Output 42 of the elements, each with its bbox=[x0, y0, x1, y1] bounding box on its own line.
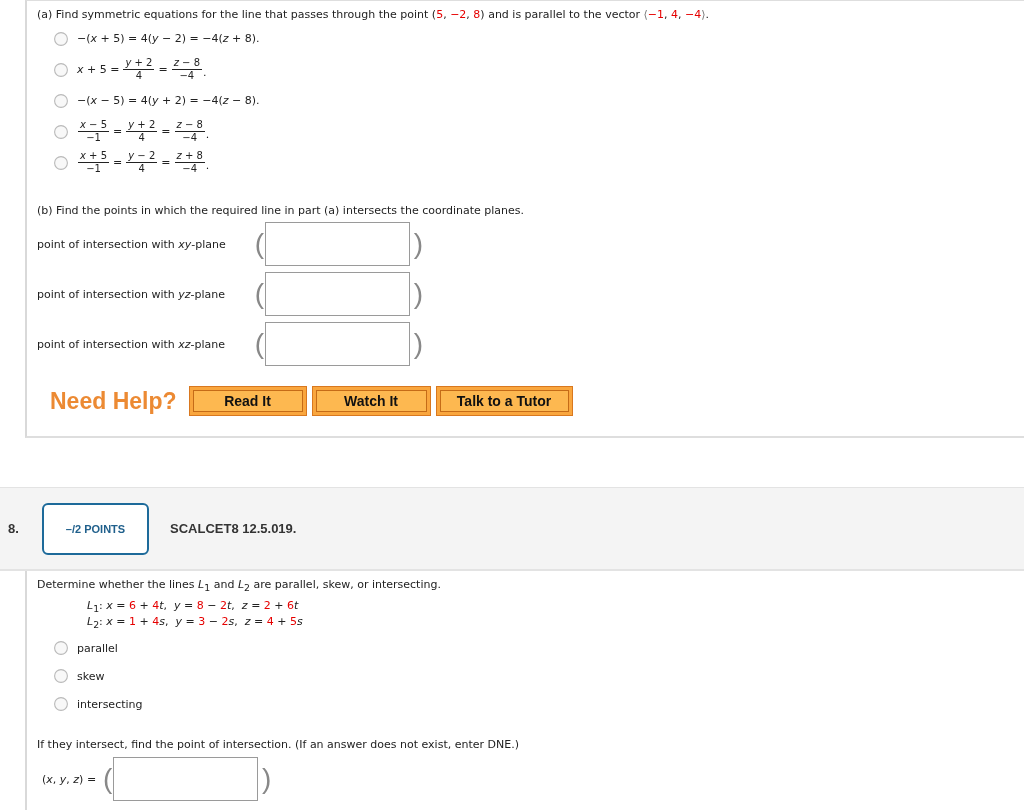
question-prompt: (b) Find the points in which the required line in part (a) intersects the coordinate planes. bbox=[37, 203, 526, 219]
help-button[interactable]: Read It bbox=[188, 386, 307, 416]
close-parenthesis: ) bbox=[413, 329, 424, 359]
equation-choice: −(x − 5) = 4(y + 2) = −4(z − 8). bbox=[77, 94, 261, 107]
answer-label: (x, y, z) = bbox=[42, 772, 97, 786]
points-label: –/2 POINTS bbox=[42, 502, 149, 555]
answer-label: point of intersection with yz-plane bbox=[37, 287, 227, 301]
question-prompt: Determine whether the lines L$_{1}$ and L$_{2}$ are parallel, skew, or intersecting. bbox=[37, 577, 442, 593]
choice-label: skew bbox=[77, 669, 105, 683]
radio-button[interactable] bbox=[54, 124, 68, 139]
parametric-equation: L$_{1}$: x = 6 + 4t, y = 8 − 2t, z = 2 + 6t bbox=[87, 598, 300, 614]
answer-field[interactable] bbox=[113, 757, 259, 801]
help-button[interactable]: Watch It bbox=[311, 386, 431, 416]
open-parenthesis: ( bbox=[254, 279, 265, 309]
choice-label: intersecting bbox=[77, 697, 143, 711]
radio-button[interactable] bbox=[54, 31, 68, 46]
answer-label: point of intersection with xz-plane bbox=[37, 337, 227, 351]
radio-button[interactable] bbox=[54, 62, 68, 77]
answer-field[interactable] bbox=[265, 272, 410, 316]
equation-choice: −(x + 5) = 4(y − 2) = −4(z + 8). bbox=[77, 32, 261, 45]
question-prompt: If they intersect, find the point of intersection. (If an answer does not exist, enter DNE.) bbox=[37, 737, 520, 753]
help-heading: Need Help? bbox=[50, 387, 177, 415]
radio-button[interactable] bbox=[54, 93, 68, 108]
radio-button[interactable] bbox=[54, 669, 68, 683]
help-button[interactable]: Talk to a Tutor bbox=[435, 386, 573, 416]
close-parenthesis: ) bbox=[413, 229, 424, 259]
open-parenthesis: ( bbox=[254, 229, 265, 259]
question-number: 8. bbox=[7, 521, 20, 536]
radio-button[interactable] bbox=[54, 697, 68, 711]
radio-button[interactable] bbox=[54, 641, 68, 655]
question-code: SCALCET8 12.5.019. bbox=[170, 521, 297, 536]
parametric-equation: L$_{2}$: x = 1 + 4s, y = 3 − 2s, z = 4 + 5s bbox=[87, 614, 304, 630]
choice-label: parallel bbox=[77, 641, 118, 655]
radio-button[interactable] bbox=[54, 155, 68, 170]
answer-field[interactable] bbox=[265, 222, 410, 266]
question-prompt: (a) Find symmetric equations for the line that passes through the point (5, −2, 8) and is parallel to the vector ⟨−1, 4, −4⟩. bbox=[37, 7, 711, 23]
close-parenthesis: ) bbox=[413, 279, 424, 309]
answer-field[interactable] bbox=[265, 322, 410, 366]
close-parenthesis: ) bbox=[261, 764, 273, 794]
open-parenthesis: ( bbox=[254, 329, 265, 359]
open-parenthesis: ( bbox=[102, 764, 114, 794]
answer-label: point of intersection with xy-plane bbox=[37, 237, 227, 251]
